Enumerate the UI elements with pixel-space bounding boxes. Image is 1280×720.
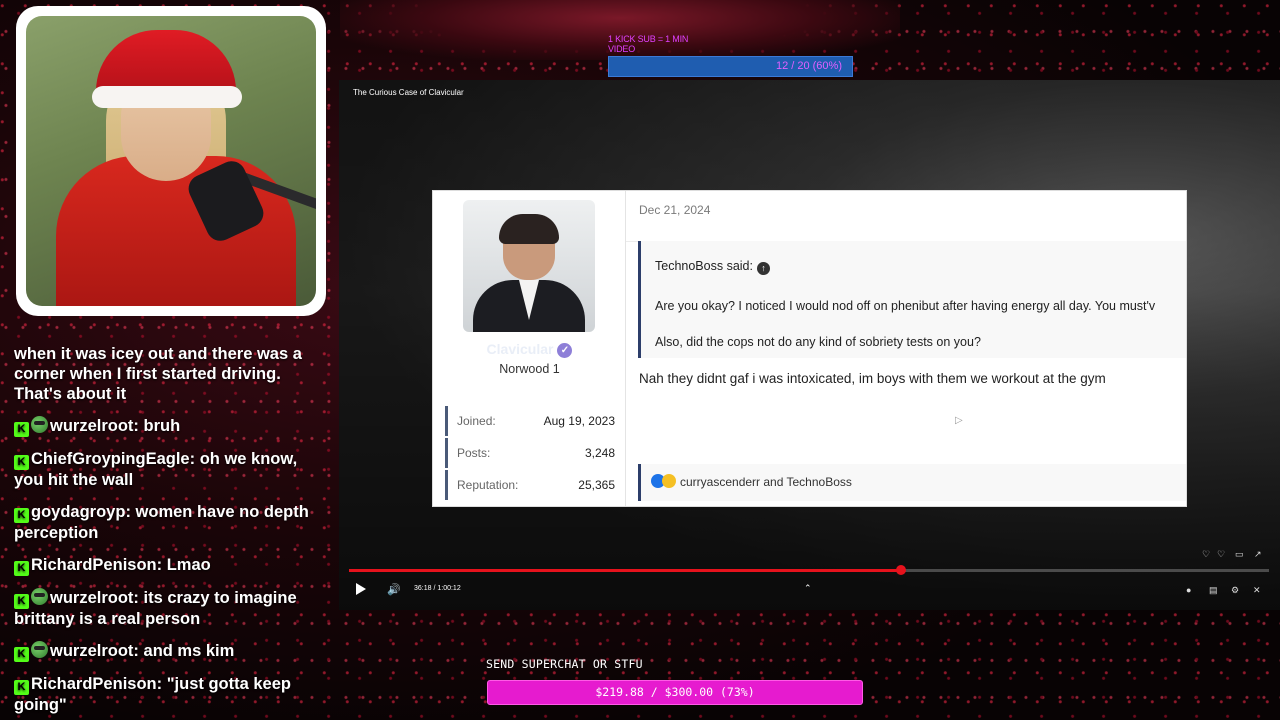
fullscreen-exit-icon[interactable]: ✕: [1253, 585, 1261, 596]
chat-username[interactable]: wurzelroot: [50, 642, 133, 660]
post-date[interactable]: Dec 21, 2024: [639, 203, 710, 217]
stat-label: Posts:: [457, 446, 491, 460]
chat-separator: :: [189, 450, 200, 468]
chat-username[interactable]: wurzelroot: [50, 417, 133, 435]
chat-text: when it was icey out and there was a cor…: [14, 345, 302, 403]
username[interactable]: Clavicular: [487, 341, 554, 357]
chat-text: bruh: [143, 417, 181, 435]
stat-value: Aug 19, 2023: [543, 414, 615, 428]
video-scrubber-handle[interactable]: [896, 565, 906, 575]
post-reply-text: Nah they didnt gaf i was intoxicated, im…: [639, 371, 1106, 386]
stat-reputation: Reputation: 25,365: [445, 470, 615, 500]
superchat-label: SEND SUPERCHAT OR STFU: [486, 657, 643, 671]
reactions-text[interactable]: curryascenderr and TechnoBoss: [680, 475, 852, 489]
kick-badge-icon: K: [14, 647, 29, 662]
mouse-cursor-icon: ▷: [955, 415, 963, 426]
username-row[interactable]: Clavicular ✓: [433, 341, 626, 358]
chat-separator: :: [133, 589, 144, 607]
stat-joined: Joined: Aug 19, 2023: [445, 406, 615, 436]
chat-text: Lmao: [166, 556, 211, 574]
video-scrubber[interactable]: [349, 565, 1269, 575]
stat-value: 3,248: [584, 446, 615, 460]
kick-badge-icon: K: [14, 422, 29, 437]
sub-goal-progress-text: 12 / 20 (60%): [775, 60, 842, 72]
quote-line: Also, did the cops not do any kind of so…: [655, 335, 981, 349]
verified-icon: ✓: [557, 343, 573, 358]
chat-separator: :: [156, 556, 167, 574]
chat-username[interactable]: RichardPenison: [31, 675, 157, 693]
santa-hat-brim: [92, 86, 242, 108]
kick-badge-icon: K: [14, 594, 29, 609]
chat-separator: :: [125, 503, 136, 521]
chat-separator: :: [156, 675, 167, 693]
pepe-emote-icon: [31, 588, 48, 605]
chat-panel: when it was icey out and there was a cor…: [14, 344, 324, 720]
avatar-hair: [499, 214, 559, 244]
quote-line: Are you okay? I noticed I would nod off …: [655, 299, 1156, 313]
play-icon[interactable]: [356, 583, 366, 595]
webcam-frame: [16, 6, 326, 316]
sub-goal-label: 1 KICK SUB = 1 MIN VIDEO: [608, 34, 689, 54]
video-player[interactable]: The Curious Case of Clavicular Clavicula…: [339, 80, 1280, 610]
chat-text: and ms kim: [143, 642, 235, 660]
chat-message: K ChiefGroypingEagle: oh we know, you hit…: [14, 449, 324, 490]
chat-message: K RichardPenison: "just gotta keep going": [14, 674, 324, 715]
chat-separator: :: [133, 642, 144, 660]
comment-icon[interactable]: ▭: [1235, 549, 1244, 560]
post-quote: TechnoBoss said: ↑ Are you okay? I notice…: [638, 241, 1186, 358]
like-icon[interactable]: ♡: [1202, 549, 1210, 560]
webcam-feed: [26, 16, 316, 306]
post-user-sidebar: Clavicular ✓ Norwood 1 Joined: Aug 19, 20…: [433, 191, 626, 506]
chat-message: when it was icey out and there was a cor…: [14, 344, 324, 404]
stat-label: Reputation:: [457, 478, 519, 492]
superchat-progress-bar: $219.88 / $300.00 (73%): [487, 680, 863, 705]
pepe-emote-icon: [31, 416, 48, 433]
stream-overlay: when it was icey out and there was a cor…: [0, 0, 1280, 720]
chat-message: Kwurzelroot: its crazy to imagine britta…: [14, 588, 324, 629]
user-title: Norwood 1: [499, 362, 560, 376]
post-reactions[interactable]: curryascenderr and TechnoBoss: [638, 464, 1186, 501]
chat-username[interactable]: wurzelroot: [50, 589, 133, 607]
chat-message: Kgoydagroyp: women have no depth percept…: [14, 502, 324, 543]
chat-username[interactable]: RichardPenison: [31, 556, 157, 574]
laugh-reaction-icon: [662, 474, 676, 488]
kick-badge-icon: K: [14, 455, 29, 470]
chat-message: Kwurzelroot: and ms kim: [14, 641, 324, 662]
stat-value: 25,365: [578, 478, 615, 492]
chat-separator: :: [133, 417, 144, 435]
kick-badge-icon: K: [14, 680, 29, 695]
pepe-emote-icon: [31, 641, 48, 658]
post-body: Dec 21, 2024 TechnoBoss said: ↑ Are you o…: [626, 191, 1186, 506]
video-title[interactable]: The Curious Case of Clavicular: [353, 88, 464, 97]
share-icon[interactable]: ↗: [1254, 549, 1262, 560]
chat-username[interactable]: ChiefGroypingEagle: [31, 450, 190, 468]
autoplay-toggle-icon[interactable]: ●: [1186, 585, 1191, 595]
superchat-progress-text: $219.88 / $300.00 (73%): [595, 685, 755, 699]
dislike-icon[interactable]: ♡: [1217, 549, 1225, 560]
chat-message: Kwurzelroot: bruh: [14, 416, 324, 437]
video-progress-fill: [349, 569, 901, 572]
volume-icon[interactable]: 🔊: [387, 583, 401, 596]
stat-posts: Posts: 3,248: [445, 438, 615, 468]
subtitles-icon[interactable]: ▤: [1209, 585, 1218, 596]
quote-jump-arrow-icon[interactable]: ↑: [756, 262, 770, 275]
avatar[interactable]: [463, 200, 595, 332]
chevron-up-icon[interactable]: ⌃: [804, 583, 812, 594]
sub-goal-progress-bar: 12 / 20 (60%): [608, 56, 853, 77]
chat-username[interactable]: goydagroyp: [31, 503, 125, 521]
forum-post: Clavicular ✓ Norwood 1 Joined: Aug 19, 20…: [432, 190, 1187, 507]
video-time: 36:18 / 1:00:12: [414, 585, 461, 592]
stat-label: Joined:: [457, 414, 496, 428]
kick-badge-icon: K: [14, 508, 29, 523]
settings-icon[interactable]: ⚙: [1231, 585, 1239, 596]
quote-author: TechnoBoss said:: [655, 259, 753, 273]
chat-message: K RichardPenison: Lmao: [14, 555, 324, 576]
kick-badge-icon: K: [14, 561, 29, 576]
